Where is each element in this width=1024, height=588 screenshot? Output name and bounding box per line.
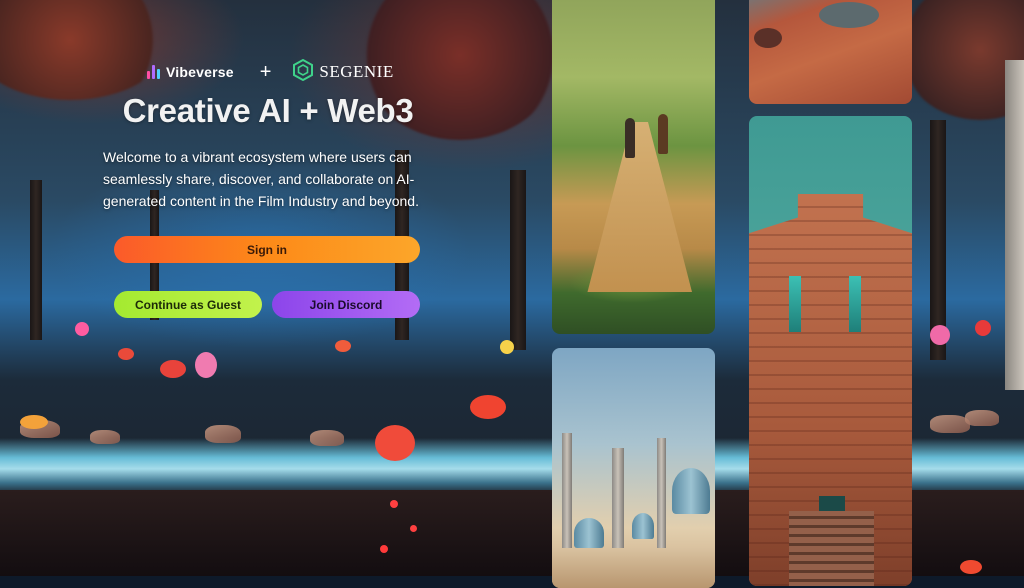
join-discord-button[interactable]: Join Discord [272, 291, 420, 318]
hero-title: Creative AI + Web3 [122, 92, 414, 129]
sign-in-button[interactable]: Sign in [114, 236, 420, 263]
stone-temple-artwork [749, 116, 912, 586]
traveler-figure [658, 114, 668, 154]
partner-logos: Vibeverse + SEGENIE [147, 58, 407, 86]
dirt-path [587, 122, 692, 292]
vibeverse-brand[interactable]: Vibeverse [166, 64, 234, 80]
vibeverse-logo-icon [147, 65, 160, 79]
temple-steps [789, 511, 874, 586]
hero-subtitle: Welcome to a vibrant ecosystem where use… [103, 149, 419, 209]
domed-city-artwork [552, 348, 715, 588]
continue-as-guest-button[interactable]: Continue as Guest [114, 291, 262, 318]
segenie-brand[interactable]: SEGENIE [319, 62, 393, 82]
segenie-hexagon-icon [293, 58, 314, 86]
traveler-figure [625, 118, 635, 158]
road-travelers-artwork [552, 0, 715, 334]
brand-separator: + [259, 60, 272, 83]
red-rock-artwork [749, 0, 912, 104]
